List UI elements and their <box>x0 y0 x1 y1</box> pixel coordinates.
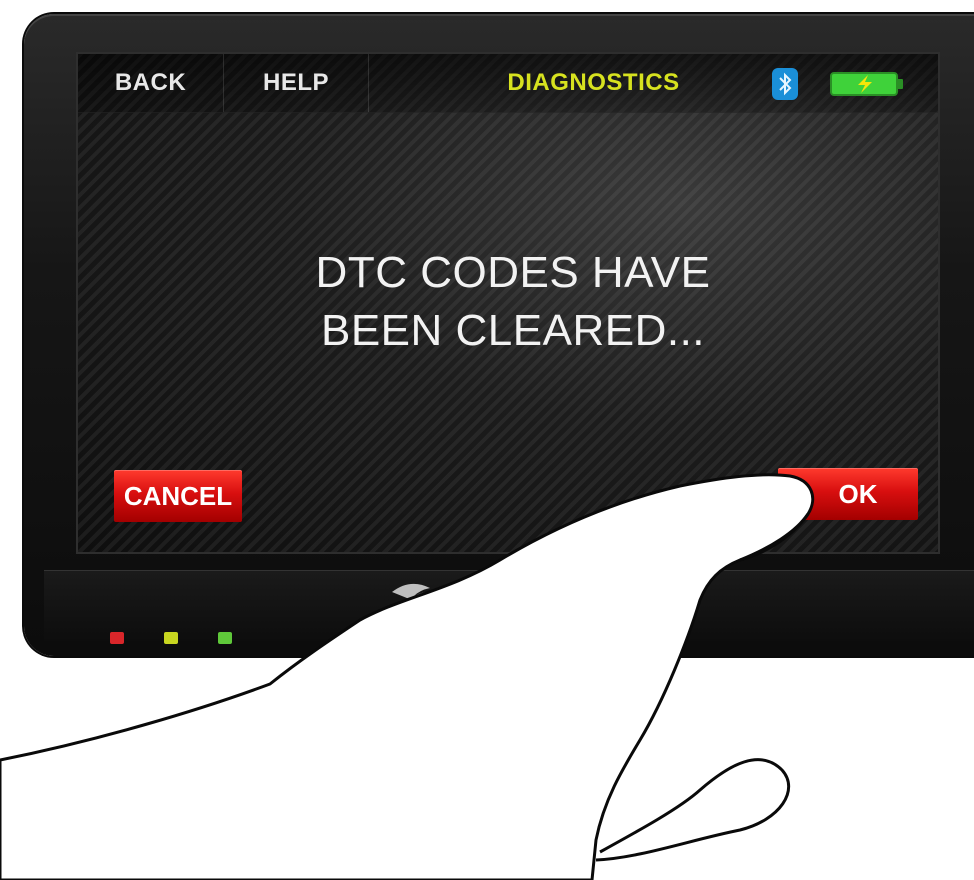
back-button[interactable]: BACK <box>78 54 224 112</box>
message-line-1: DTC CODES HAVE <box>315 248 711 297</box>
battery-charging-icon <box>830 72 903 96</box>
stage: BACK HELP DIAGNOSTICS DTC CODES HAVE BEE… <box>0 0 974 880</box>
led-yellow <box>164 632 178 644</box>
cancel-button[interactable]: CANCEL <box>114 470 242 522</box>
ok-button[interactable]: OK <box>778 468 918 520</box>
header-bar: BACK HELP DIAGNOSTICS <box>78 54 938 113</box>
led-red <box>110 632 124 644</box>
led-green <box>218 632 232 644</box>
device-screen: BACK HELP DIAGNOSTICS DTC CODES HAVE BEE… <box>76 52 940 554</box>
status-leds <box>110 632 232 644</box>
brand-logo: SCT <box>392 570 542 620</box>
message-line-2: BEEN CLEARED... <box>320 306 706 355</box>
bluetooth-icon <box>772 68 798 100</box>
dialog-message: DTC CODES HAVE BEEN CLEARED... <box>78 244 938 360</box>
help-button[interactable]: HELP <box>224 54 369 112</box>
logo-text: SCT <box>446 570 542 620</box>
